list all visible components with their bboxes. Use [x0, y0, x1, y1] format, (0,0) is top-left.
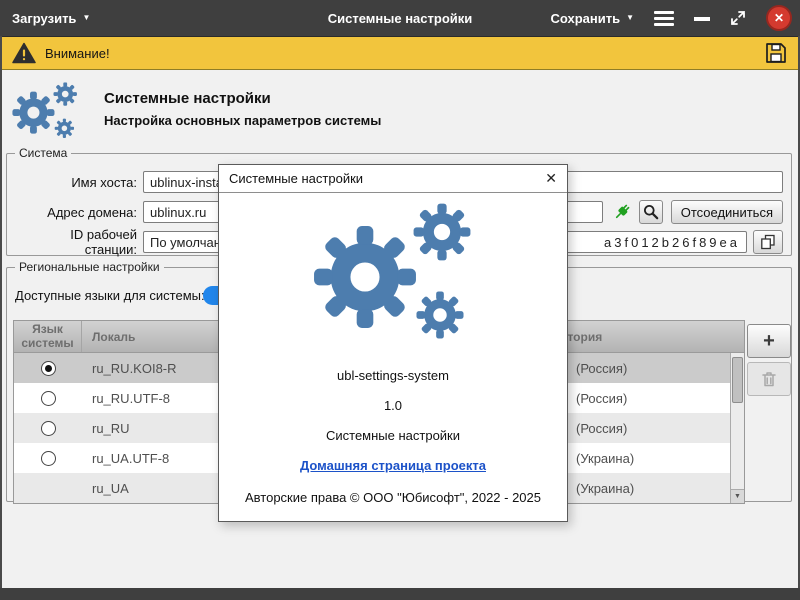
- delete-locale-button[interactable]: [747, 362, 791, 396]
- page-subtitle: Настройка основных параметров системы: [104, 113, 381, 128]
- page-title: Системные настройки: [104, 90, 271, 107]
- search-button[interactable]: [639, 200, 663, 224]
- system-language-radio[interactable]: [41, 361, 56, 376]
- scrollbar-down-button[interactable]: ▼: [731, 489, 744, 503]
- domain-label: Адрес домена:: [15, 205, 137, 220]
- system-section-legend: Система: [15, 146, 71, 160]
- copy-button[interactable]: [753, 230, 783, 254]
- column-header-system-language[interactable]: Язык системы: [14, 321, 82, 352]
- scroll-down-icon: ▼: [734, 493, 741, 500]
- dialog-body: ubl-settings-system 1.0 Системные настро…: [219, 193, 567, 505]
- warning-bar: Внимание!: [0, 36, 800, 70]
- plus-icon: +: [763, 330, 775, 353]
- add-locale-button[interactable]: +: [747, 324, 791, 358]
- app-window: Загрузить ▼ Системные настройки Сохранит…: [0, 0, 800, 600]
- window-bottom-bar: [0, 588, 800, 600]
- hostname-label: Имя хоста:: [15, 175, 137, 190]
- app-gears-icon: [12, 82, 78, 142]
- expand-icon: [730, 10, 746, 26]
- system-language-radio[interactable]: [41, 391, 56, 406]
- dialog-description: Системные настройки: [219, 428, 567, 443]
- homepage-link[interactable]: Домашняя страница проекта: [300, 458, 486, 473]
- dialog-copyright: Авторские права © ООО "Юбисофт", 2022 - …: [219, 490, 567, 505]
- hamburger-icon: [654, 11, 674, 14]
- dialog-close-button[interactable]: ✕: [545, 170, 557, 187]
- copy-icon: [760, 234, 776, 250]
- minimize-button[interactable]: [694, 17, 710, 21]
- save-file-button[interactable]: [764, 41, 788, 65]
- dialog-title: Системные настройки: [229, 171, 363, 186]
- menu-button[interactable]: [654, 9, 674, 28]
- trash-icon: [760, 370, 778, 388]
- warning-icon: [12, 42, 36, 64]
- titlebar: Загрузить ▼ Системные настройки Сохранит…: [0, 0, 800, 36]
- chevron-down-icon: ▼: [82, 14, 90, 22]
- system-language-radio[interactable]: [41, 451, 56, 466]
- hamburger-icon: [654, 17, 674, 20]
- maximize-button[interactable]: [730, 10, 746, 26]
- hamburger-icon: [654, 23, 674, 26]
- disconnect-button-label: Отсоединиться: [681, 205, 773, 220]
- warning-text: Внимание!: [45, 46, 110, 61]
- search-icon: [643, 204, 659, 220]
- system-language-radio[interactable]: [41, 421, 56, 436]
- floppy-icon: [764, 41, 788, 65]
- disconnect-button[interactable]: Отсоединиться: [671, 200, 783, 224]
- close-button[interactable]: ✕: [766, 5, 792, 31]
- close-icon: ✕: [774, 11, 784, 25]
- table-scrollbar[interactable]: ▼: [730, 353, 744, 503]
- load-button-label: Загрузить: [12, 11, 76, 26]
- load-button[interactable]: Загрузить ▼: [12, 11, 90, 26]
- dialog-titlebar: Системные настройки ✕: [219, 165, 567, 193]
- dialog-app-name: ubl-settings-system: [219, 368, 567, 383]
- regional-section-legend: Региональные настройки: [15, 260, 164, 274]
- window-frame-left: [0, 36, 2, 600]
- languages-label: Доступные языки для системы:: [15, 288, 205, 303]
- save-button-label: Сохранить: [550, 11, 620, 26]
- save-button[interactable]: Сохранить ▼: [550, 11, 634, 26]
- chevron-down-icon: ▼: [626, 14, 634, 22]
- dialog-version: 1.0: [219, 398, 567, 413]
- scrollbar-thumb[interactable]: [732, 357, 743, 403]
- about-dialog: Системные настройки ✕ ubl-settings-syste…: [218, 164, 568, 522]
- workstation-id-label: ID рабочей станции:: [15, 227, 137, 257]
- dialog-gears-icon: [313, 203, 473, 348]
- connection-status-icon: [613, 203, 631, 221]
